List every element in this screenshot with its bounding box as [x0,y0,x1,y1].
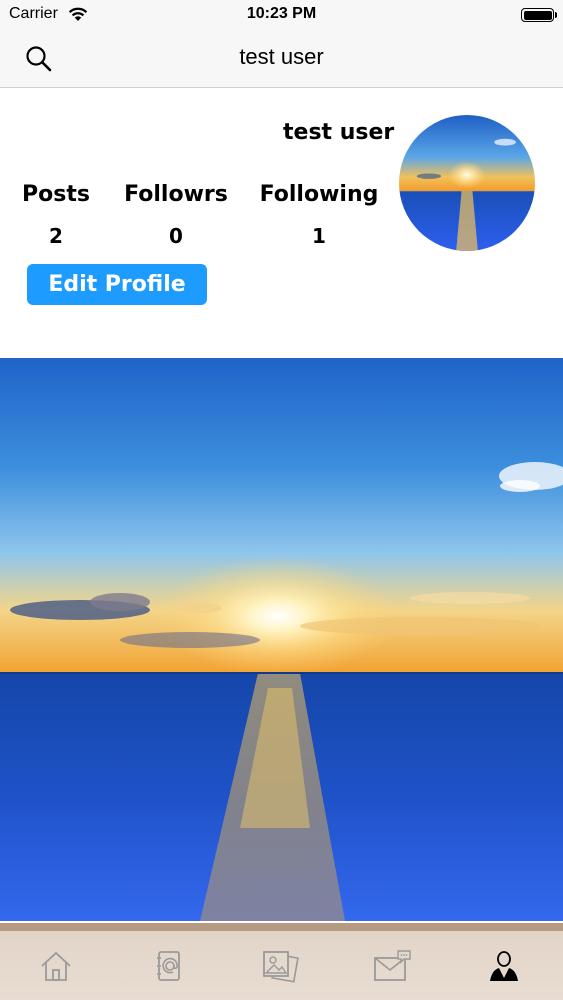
profile-screen: Carrier 10:23 PM test user test user Pos… [0,0,563,1000]
battery-level [523,10,552,20]
home-icon [41,951,71,981]
following-label[interactable]: Following [258,182,380,207]
avatar-photo [399,115,535,251]
status-time: 10:23 PM [246,5,317,22]
edit-profile-button[interactable]: Edit Profile [27,264,207,305]
tab-messages[interactable] [362,943,422,989]
messages-icon [374,950,411,981]
profile-user-icon [490,951,518,981]
followers-count[interactable]: 0 [120,224,232,248]
tab-profile[interactable] [474,943,534,989]
post-image[interactable] [0,358,563,921]
contacts-book-icon [157,951,180,981]
posts-count: 2 [49,224,63,248]
status-bar: Carrier 10:23 PM [0,0,563,30]
tab-bar [0,923,563,1000]
followers-label[interactable]: Followrs [120,182,232,207]
navigation-bar: test user [0,30,563,88]
following-count[interactable]: 1 [258,224,380,248]
posts-label: Posts [22,182,90,207]
tab-home[interactable] [26,943,86,989]
post-photo [0,358,563,921]
profile-name: test user [283,120,395,145]
photos-icon [263,951,299,983]
profile-avatar[interactable] [399,115,535,251]
battery-icon [521,8,554,22]
profile-header: test user Posts 2 Followrs 0 Following 1… [0,88,563,358]
tab-contacts[interactable] [138,943,198,989]
nav-title: test user [239,44,324,69]
tab-photos[interactable] [250,943,310,989]
